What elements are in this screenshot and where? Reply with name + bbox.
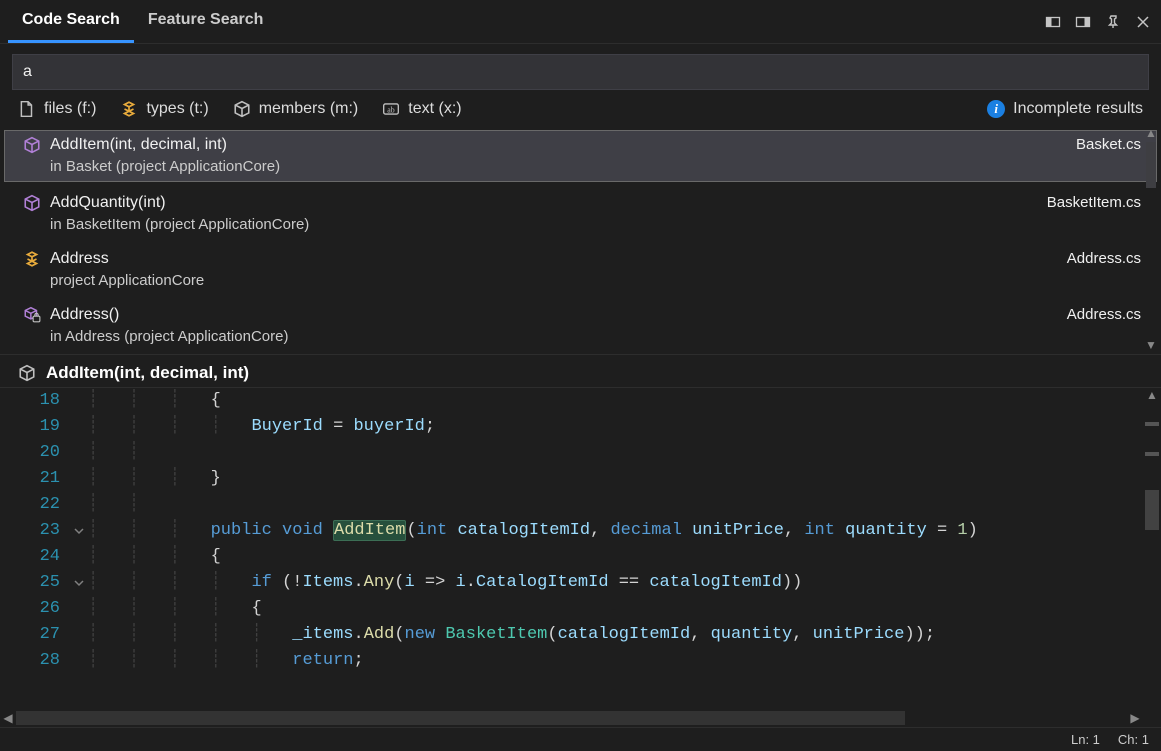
preview-title: AddItem(int, decimal, int) bbox=[46, 363, 249, 383]
filter-row: files (f:) types (t:) members (m:) text … bbox=[0, 98, 1161, 126]
result-file: Address.cs bbox=[1067, 304, 1145, 323]
close-icon[interactable] bbox=[1133, 12, 1153, 32]
result-secondary: project ApplicationCore bbox=[50, 270, 204, 292]
code-vscroll-thumb[interactable] bbox=[1145, 490, 1159, 530]
filter-members[interactable]: members (m:) bbox=[233, 100, 359, 118]
filter-text[interactable]: text (x:) bbox=[382, 100, 461, 118]
scroll-up-icon[interactable]: ▲ bbox=[1145, 126, 1157, 142]
result-file: Address.cs bbox=[1067, 248, 1145, 267]
result-file: BasketItem.cs bbox=[1047, 192, 1145, 211]
search-result[interactable]: AddQuantity(int)in BasketItem (project A… bbox=[0, 186, 1161, 242]
scroll-left-icon[interactable]: ◀ bbox=[0, 711, 16, 725]
status-column: Ch: 1 bbox=[1118, 732, 1149, 747]
info-icon: i bbox=[987, 100, 1005, 118]
result-file: Basket.cs bbox=[1076, 134, 1145, 153]
member-icon bbox=[18, 364, 36, 382]
result-secondary: in BasketItem (project ApplicationCore) bbox=[50, 214, 309, 236]
status-bar: Ln: 1 Ch: 1 bbox=[0, 727, 1161, 751]
incomplete-label: Incomplete results bbox=[1013, 100, 1143, 118]
incomplete-results[interactable]: i Incomplete results bbox=[987, 100, 1143, 118]
tab-code-search[interactable]: Code Search bbox=[8, 0, 134, 43]
filter-types-label: types (t:) bbox=[146, 100, 208, 118]
code-vertical-scrollbar[interactable]: ▲ bbox=[1143, 388, 1161, 709]
results-scrollbar[interactable]: ▲ ▼ bbox=[1143, 126, 1159, 354]
results-scroll-thumb[interactable] bbox=[1146, 142, 1156, 188]
filter-text-label: text (x:) bbox=[408, 100, 461, 118]
code-hscroll-thumb[interactable] bbox=[16, 711, 905, 725]
class-icon bbox=[22, 248, 42, 268]
search-window: Code Search Feature Search files (f:) bbox=[0, 0, 1161, 751]
filter-types[interactable]: types (t:) bbox=[120, 100, 208, 118]
tab-feature-search[interactable]: Feature Search bbox=[134, 0, 278, 43]
tab-bar: Code Search Feature Search bbox=[8, 0, 277, 43]
preview-header: AddItem(int, decimal, int) bbox=[0, 354, 1161, 387]
result-primary: AddItem(int, decimal, int) bbox=[50, 134, 280, 156]
filter-members-label: members (m:) bbox=[259, 100, 359, 118]
pin-icon[interactable] bbox=[1103, 12, 1123, 32]
scroll-right-icon[interactable]: ▶ bbox=[1127, 711, 1143, 725]
search-row bbox=[0, 44, 1161, 98]
search-result[interactable]: Addressproject ApplicationCore Address.cs bbox=[0, 242, 1161, 298]
scroll-up-icon[interactable]: ▲ bbox=[1143, 388, 1161, 402]
line-number-gutter: 1819202122232425262728 bbox=[0, 388, 70, 727]
search-result[interactable]: AddItem(int, decimal, int)in Basket (pro… bbox=[4, 130, 1157, 182]
code-lines[interactable]: ┊ ┊ ┊ {┊ ┊ ┊ ┊ BuyerId = buyerId;┊ ┊ ┊ ┊… bbox=[88, 388, 1161, 727]
member-icon bbox=[22, 192, 42, 212]
result-secondary: in Address (project ApplicationCore) bbox=[50, 326, 288, 348]
filter-files[interactable]: files (f:) bbox=[18, 100, 96, 118]
search-input[interactable] bbox=[12, 54, 1149, 90]
code-preview[interactable]: 1819202122232425262728 ┊ ┊ ┊ {┊ ┊ ┊ ┊ Bu… bbox=[0, 388, 1161, 727]
result-secondary: in Basket (project ApplicationCore) bbox=[50, 156, 280, 178]
member-icon bbox=[22, 134, 42, 154]
search-result[interactable]: Address()in Address (project Application… bbox=[0, 298, 1161, 354]
dock-left-icon[interactable] bbox=[1043, 12, 1063, 32]
results-list: AddItem(int, decimal, int)in Basket (pro… bbox=[0, 126, 1161, 354]
code-horizontal-scrollbar[interactable]: ◀ ▶ bbox=[0, 709, 1143, 727]
dock-right-icon[interactable] bbox=[1073, 12, 1093, 32]
fold-column[interactable] bbox=[70, 388, 88, 727]
window-actions bbox=[1043, 12, 1153, 32]
result-primary: Address() bbox=[50, 304, 288, 326]
result-primary: Address bbox=[50, 248, 204, 270]
filter-files-label: files (f:) bbox=[44, 100, 96, 118]
scroll-down-icon[interactable]: ▼ bbox=[1145, 338, 1157, 354]
result-primary: AddQuantity(int) bbox=[50, 192, 309, 214]
method-lock-icon bbox=[22, 304, 42, 324]
status-line: Ln: 1 bbox=[1071, 732, 1100, 747]
titlebar: Code Search Feature Search bbox=[0, 0, 1161, 44]
